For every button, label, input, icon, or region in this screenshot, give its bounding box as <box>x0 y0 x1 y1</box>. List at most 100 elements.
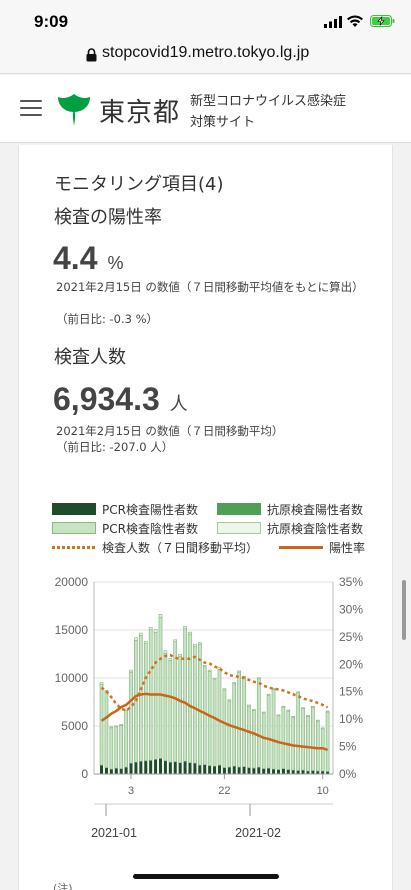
pcr-negative-bar <box>153 632 158 760</box>
pcr-positive-bar <box>183 761 187 774</box>
pcr-positive-bar <box>208 765 212 774</box>
antigen-negative-bar <box>153 629 158 633</box>
antigen-negative-bar <box>178 653 182 657</box>
pcr-positive-bar <box>144 761 148 774</box>
pcr-positive-bar <box>134 762 138 774</box>
pcr-negative-bar <box>114 726 119 769</box>
pcr-positive-bar <box>168 762 172 774</box>
y-tick-label: 10000 <box>55 671 89 685</box>
antigen-negative-bar <box>276 714 281 717</box>
positivity-chart[interactable]: 0 5000 10000 15000 20000 0% 5% 10% 15% 20% 25% 30% 3… <box>37 570 387 840</box>
pcr-negative-bar <box>143 643 148 762</box>
pcr-negative-bar <box>266 694 271 769</box>
pcr-positive-bar <box>311 770 315 774</box>
pcr-negative-bar <box>232 683 237 767</box>
lock-icon <box>86 48 97 62</box>
tests-note: 2021年2月15日 の数値（７日間移動平均） <box>56 424 284 438</box>
pcr-positive-bar <box>178 762 182 774</box>
antigen-negative-bar <box>202 665 207 668</box>
antigen-negative-bar <box>119 724 124 726</box>
tests-diff: （前日比: -207.0 人） <box>56 440 174 454</box>
pcr-negative-bar <box>139 635 143 762</box>
y-tick-label: 20000 <box>55 575 89 589</box>
pcr-negative-bar <box>197 643 202 766</box>
pcr-positive-bar <box>173 762 177 774</box>
hamburger-menu-button[interactable] <box>20 100 42 118</box>
pcr-negative-bar <box>320 728 325 772</box>
pcr-negative-bar <box>296 692 300 771</box>
logo-text[interactable]: 東京都 <box>99 92 180 129</box>
pcr-positive-bar <box>100 765 104 774</box>
antigen-negative-bar <box>114 725 119 728</box>
antigen-negative-bar <box>148 627 153 631</box>
pcr-positive-bar <box>149 760 153 774</box>
pcr-negative-bar <box>109 727 114 770</box>
x-tick-label: 3 <box>128 785 134 797</box>
pcr-negative-bar <box>168 660 173 763</box>
pcr-negative-bar <box>178 655 182 764</box>
antigen-negative-bar <box>301 707 305 709</box>
pcr-positive-bar <box>252 768 256 774</box>
pcr-negative-bar <box>183 628 187 762</box>
y-tick-label: 0 <box>81 767 88 781</box>
pcr-positive-bar <box>154 759 158 774</box>
pcr-negative-bar <box>158 616 163 759</box>
pcr-negative-bar <box>188 633 192 764</box>
pcr-positive-bar <box>227 767 231 774</box>
home-indicator[interactable] <box>133 874 279 879</box>
pcr-positive-bar <box>281 768 285 774</box>
pcr-negative-bar <box>247 705 251 768</box>
pcr-negative-bar <box>325 711 330 772</box>
pcr-negative-bar <box>104 691 109 768</box>
antigen-negative-bar <box>237 670 241 673</box>
site-header: 東京都 新型コロナウイルス感染症 対策サイト <box>0 75 411 143</box>
status-bar: 9:09 <box>0 0 411 38</box>
y2-tick-label: 20% <box>339 657 363 671</box>
bottom-note: (注) <box>53 882 73 890</box>
pcr-positive-bar <box>262 768 266 774</box>
pcr-positive-bar <box>213 766 217 774</box>
antigen-negative-bar <box>306 715 310 717</box>
antigen-negative-bar <box>325 710 330 713</box>
pcr-positive-bar <box>114 768 118 774</box>
pcr-positive-bar <box>222 767 226 774</box>
antigen-negative-bar <box>281 705 286 708</box>
x-tick-label: 22 <box>218 785 230 797</box>
pcr-negative-bar <box>242 677 246 767</box>
pcr-positive-bar <box>247 767 251 774</box>
pcr-negative-bar <box>207 671 212 766</box>
site-title[interactable]: 新型コロナウイルス感染症 対策サイト <box>190 91 380 133</box>
pcr-positive-bar <box>257 767 261 774</box>
pcr-positive-bar <box>301 770 305 774</box>
antigen-negative-bar <box>163 650 168 654</box>
pcr-negative-bar <box>99 684 104 766</box>
pcr-negative-bar <box>237 671 241 768</box>
tokyo-ginkgo-logo-icon[interactable] <box>57 93 91 127</box>
browser-address-bar[interactable]: stopcovid19.metro.tokyo.lg.jp <box>0 38 411 74</box>
pcr-positive-bar <box>188 762 192 774</box>
y2-tick-label: 5% <box>339 740 357 754</box>
antigen-negative-bar <box>232 682 237 684</box>
pcr-positive-bar <box>237 767 241 774</box>
antigen-negative-bar <box>139 632 143 636</box>
antigen-negative-bar <box>256 677 261 680</box>
pcr-positive-bar <box>242 766 246 774</box>
antigen-negative-bar <box>168 658 173 661</box>
pcr-positive-bar <box>198 765 202 774</box>
pcr-positive-bar <box>158 758 163 774</box>
wifi-icon <box>347 15 363 27</box>
antigen-negative-bar <box>296 691 300 694</box>
antigen-negative-bar <box>188 631 192 635</box>
pcr-negative-bar <box>286 710 291 770</box>
antigen-negative-bar <box>315 719 320 722</box>
antigen-negative-bar <box>99 682 104 685</box>
y2-tick-label: 25% <box>339 630 363 644</box>
card-heading: モニタリング項目(4) <box>54 174 224 195</box>
pcr-positive-bar <box>276 769 280 774</box>
antigen-negative-bar <box>212 677 217 681</box>
y-tick-label: 15000 <box>55 623 89 637</box>
page-scroll-indicator[interactable] <box>402 580 406 640</box>
url-text[interactable]: stopcovid19.metro.tokyo.lg.jp <box>102 44 309 62</box>
pcr-positive-bar <box>104 767 108 774</box>
x-tick-label: 10 <box>317 785 329 797</box>
